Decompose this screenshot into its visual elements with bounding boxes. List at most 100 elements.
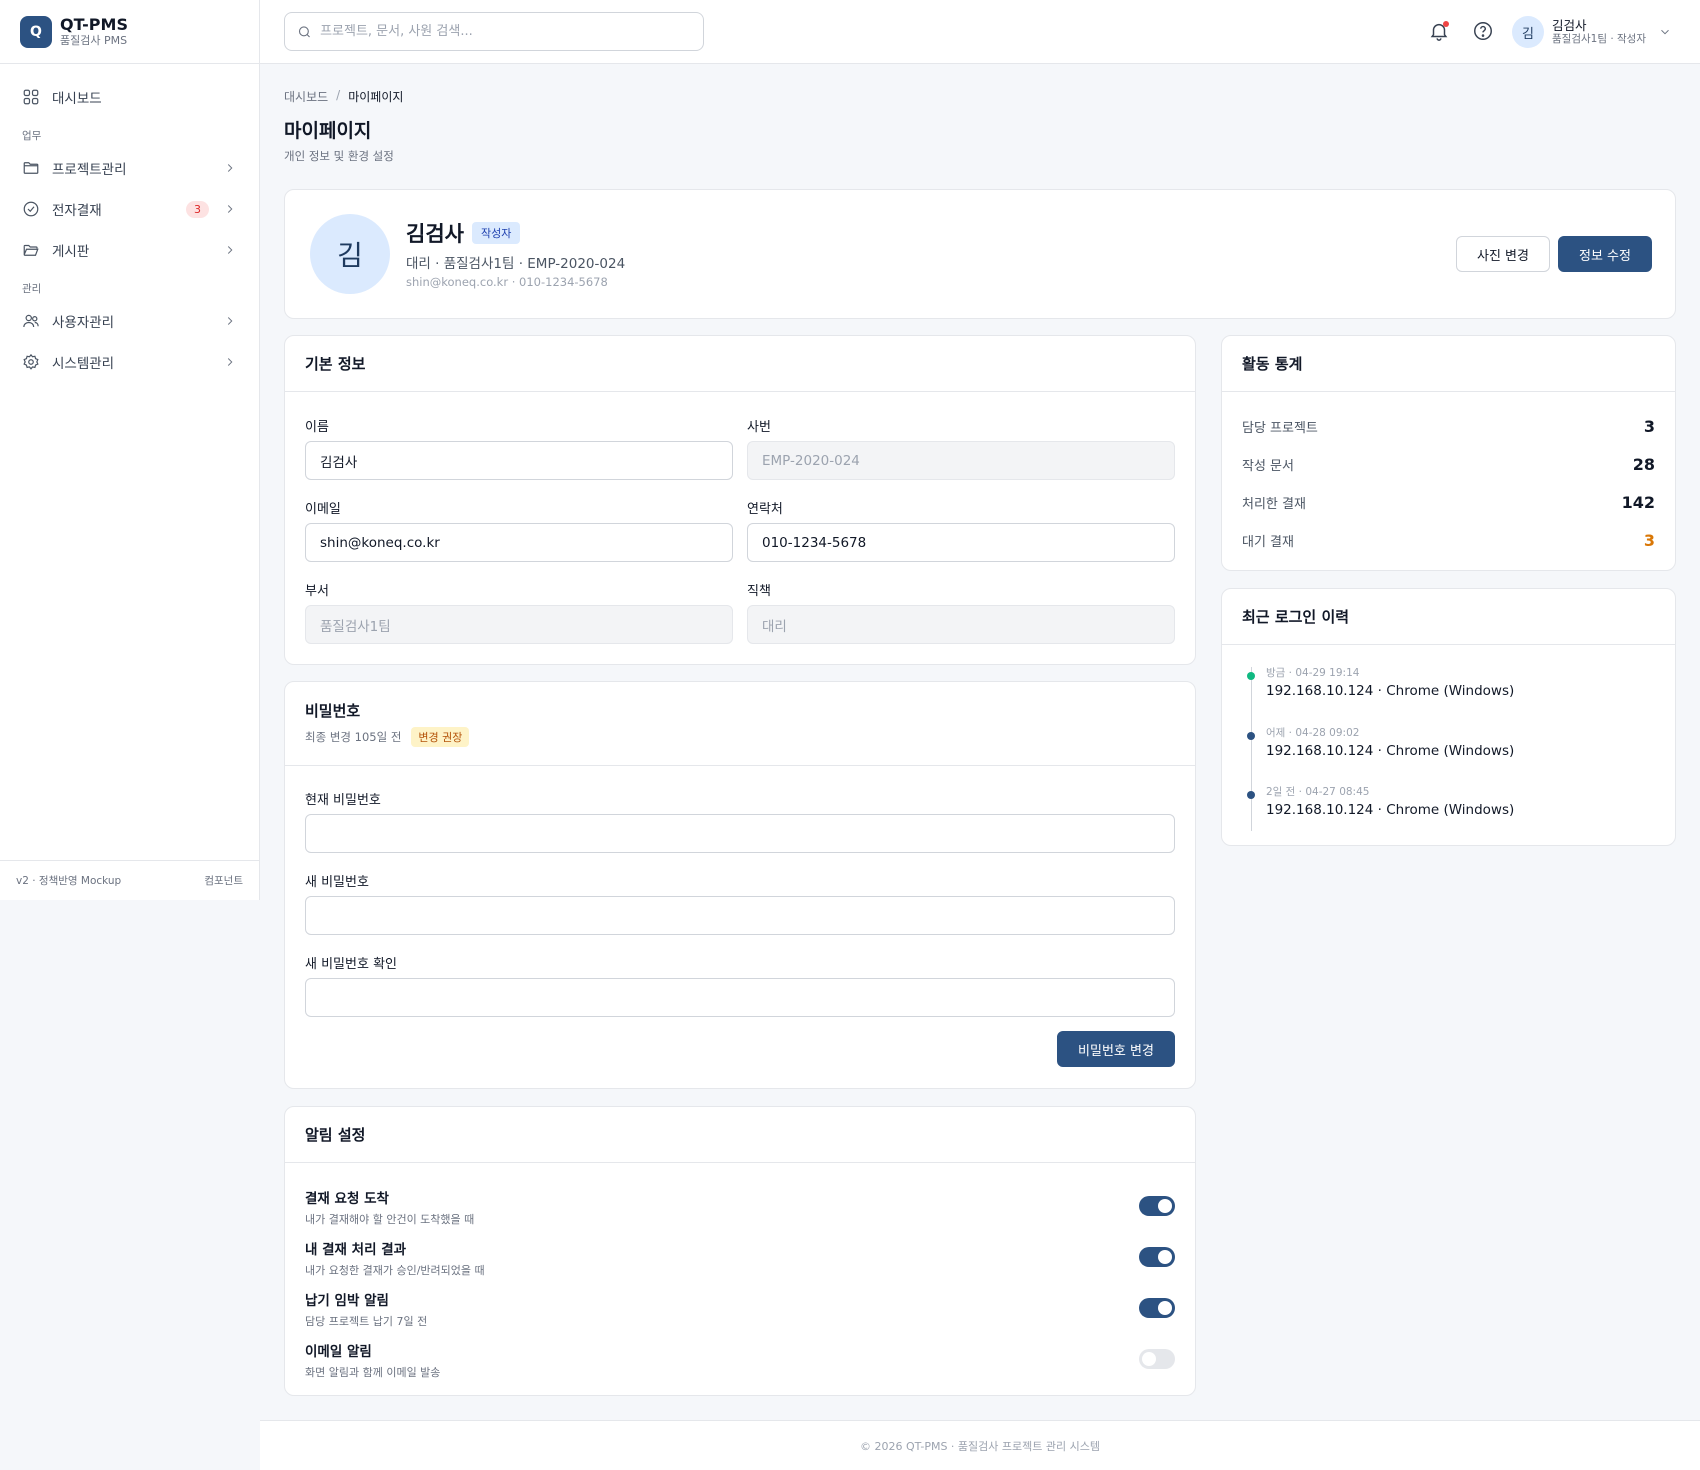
user-team-role: 품질검사1팀 · 작성자 <box>1552 33 1646 45</box>
email-field[interactable] <box>305 523 733 562</box>
notification-title: 결재 요청 도착 <box>305 1191 389 1207</box>
user-menu[interactable]: 김 김검사 품질검사1팀 · 작성자 <box>1512 16 1672 48</box>
top-header: 김 김검사 품질검사1팀 · 작성자 <box>260 0 1700 64</box>
stat-row: 처리한 결재 142 <box>1242 490 1655 514</box>
chevron-right-icon <box>227 317 233 325</box>
chevron-right-icon <box>227 205 233 213</box>
login-time: 방금 · 04-29 19:14 <box>1266 667 1360 679</box>
sidebar-item-users[interactable]: 사용자관리 <box>12 301 247 341</box>
chevron-down-icon <box>1661 29 1669 35</box>
name-field[interactable] <box>305 441 733 480</box>
new-password-field[interactable] <box>305 896 1175 935</box>
page-subtitle: 개인 정보 및 환경 설정 <box>284 149 394 163</box>
login-entry: 방금 · 04-29 19:14 192.168.10.124 · Chrome… <box>1242 665 1655 709</box>
brand[interactable]: Q QT-PMS 품질검사 PMS <box>0 0 259 64</box>
chevron-right-icon <box>227 246 233 254</box>
confirm-password-field[interactable] <box>305 978 1175 1017</box>
breadcrumb-root[interactable]: 대시보드 <box>284 88 328 105</box>
employee-number-field <box>747 441 1175 480</box>
folder-icon <box>23 162 39 174</box>
breadcrumb-separator: / <box>336 88 341 102</box>
sidebar-item-label: 프로젝트관리 <box>52 162 127 178</box>
notification-settings-card: 알림 설정 결재 요청 도착 내가 결재해야 할 안건이 도착했을 때 내 결재… <box>284 1106 1196 1396</box>
department-field <box>305 605 733 644</box>
profile-contact: shin@koneq.co.kr · 010-1234-5678 <box>406 275 608 289</box>
search-icon <box>298 25 310 37</box>
edit-info-button[interactable]: 정보 수정 <box>1558 236 1652 272</box>
sidebar-item-dashboard[interactable]: 대시보드 <box>12 77 247 117</box>
page-footer: © 2026 QT-PMS · 품질검사 프로젝트 관리 시스템 <box>260 1420 1700 1470</box>
approval-result-toggle[interactable] <box>1139 1247 1175 1267</box>
notification-row: 결재 요청 도착 내가 결재해야 할 안건이 도착했을 때 <box>305 1187 1175 1227</box>
approval-request-toggle[interactable] <box>1139 1196 1175 1216</box>
login-time: 어제 · 04-28 09:02 <box>1266 727 1360 739</box>
basic-info-card: 기본 정보 이름 사번 이메일 연락처 부서 직책 <box>284 335 1196 665</box>
notification-row: 내 결재 처리 결과 내가 요청한 결재가 승인/반려되었을 때 <box>305 1238 1175 1278</box>
breadcrumb-current: 마이페이지 <box>348 90 404 104</box>
sidebar-item-system[interactable]: 시스템관리 <box>12 342 247 382</box>
login-time: 2일 전 · 04-27 08:45 <box>1266 786 1370 798</box>
brand-logo: Q <box>20 15 52 48</box>
change-recommended-badge: 변경 권장 <box>411 727 470 747</box>
sidebar-item-approval[interactable]: 전자결재 3 <box>12 189 247 229</box>
password-card: 비밀번호 최종 변경 105일 전 변경 권장 현재 비밀번호 새 비밀번호 새… <box>284 681 1196 1089</box>
stat-label: 작성 문서 <box>1242 458 1294 474</box>
deadline-alert-toggle[interactable] <box>1139 1298 1175 1318</box>
stat-value-pending: 3 <box>1643 530 1655 550</box>
notification-title: 이메일 알림 <box>305 1344 372 1360</box>
sidebar-item-label: 전자결재 <box>52 203 102 219</box>
password-title: 비밀번호 <box>305 702 361 720</box>
current-password-field[interactable] <box>305 814 1175 853</box>
search-input[interactable] <box>320 24 691 39</box>
notification-title: 내 결재 처리 결과 <box>305 1242 407 1258</box>
sidebar-section-work: 업무 <box>22 129 42 142</box>
help-circle-icon <box>1474 22 1492 40</box>
sidebar-item-board[interactable]: 게시판 <box>12 230 247 270</box>
page-title: 마이페이지 <box>284 120 372 142</box>
sidebar-footer: v2 · 정책반영 Mockup 컴포넌트 <box>0 860 259 900</box>
stat-label: 처리한 결재 <box>1242 496 1306 512</box>
stat-value: 28 <box>1632 454 1655 474</box>
notification-row: 이메일 알림 화면 알림과 함께 이메일 발송 <box>305 1340 1175 1380</box>
change-password-button[interactable]: 비밀번호 변경 <box>1057 1031 1175 1067</box>
department-label: 부서 <box>305 584 329 599</box>
profile-avatar: 김 <box>310 214 390 294</box>
change-photo-button[interactable]: 사진 변경 <box>1456 236 1550 272</box>
folder-open-icon <box>23 244 39 256</box>
position-label: 직책 <box>747 584 771 599</box>
timeline-dot-current <box>1247 672 1255 680</box>
timeline-dot <box>1247 791 1255 799</box>
notifications-button[interactable] <box>1428 20 1450 42</box>
employee-number-label: 사번 <box>747 420 771 435</box>
sidebar-section-admin: 관리 <box>22 282 42 295</box>
activity-stats-card: 활동 통계 담당 프로젝트 3 작성 문서 28 처리한 결재 142 대기 결… <box>1221 335 1676 571</box>
password-last-changed: 최종 변경 105일 전 <box>305 730 402 744</box>
users-icon <box>23 314 39 328</box>
profile-name: 김검사 <box>406 222 464 246</box>
phone-label: 연락처 <box>747 502 783 517</box>
login-entry: 2일 전 · 04-27 08:45 192.168.10.124 · Chro… <box>1242 784 1655 828</box>
sidebar-item-label: 시스템관리 <box>52 356 115 372</box>
role-badge: 작성자 <box>471 222 521 244</box>
help-button[interactable] <box>1472 20 1494 42</box>
login-history-title: 최근 로그인 이력 <box>1222 589 1675 645</box>
confirm-password-label: 새 비밀번호 확인 <box>305 957 397 972</box>
login-detail: 192.168.10.124 · Chrome (Windows) <box>1266 683 1515 699</box>
email-alert-toggle[interactable] <box>1139 1349 1175 1369</box>
sidebar-item-projects[interactable]: 프로젝트관리 <box>12 148 247 188</box>
search-box[interactable] <box>284 12 704 51</box>
check-circle-icon <box>23 201 39 217</box>
sidebar-item-label: 대시보드 <box>52 91 102 107</box>
sidebar-item-label: 게시판 <box>52 244 90 260</box>
stat-row: 대기 결재 3 <box>1242 528 1655 552</box>
sidebar-item-label: 사용자관리 <box>52 315 115 331</box>
components-link[interactable]: 컴포넌트 <box>204 873 243 888</box>
version-label: v2 · 정책반영 Mockup <box>16 875 122 887</box>
profile-meta: 대리 · 품질검사1팀 · EMP-2020-024 <box>406 256 626 272</box>
stat-row: 담당 프로젝트 3 <box>1242 414 1655 438</box>
stat-label: 담당 프로젝트 <box>1242 420 1318 436</box>
sidebar-nav: 대시보드 업무 프로젝트관리 전자결재 3 게시판 관리 사용자관리 시스템관리 <box>0 64 259 382</box>
stat-value: 3 <box>1643 416 1655 436</box>
phone-field[interactable] <box>747 523 1175 562</box>
name-label: 이름 <box>305 420 329 435</box>
